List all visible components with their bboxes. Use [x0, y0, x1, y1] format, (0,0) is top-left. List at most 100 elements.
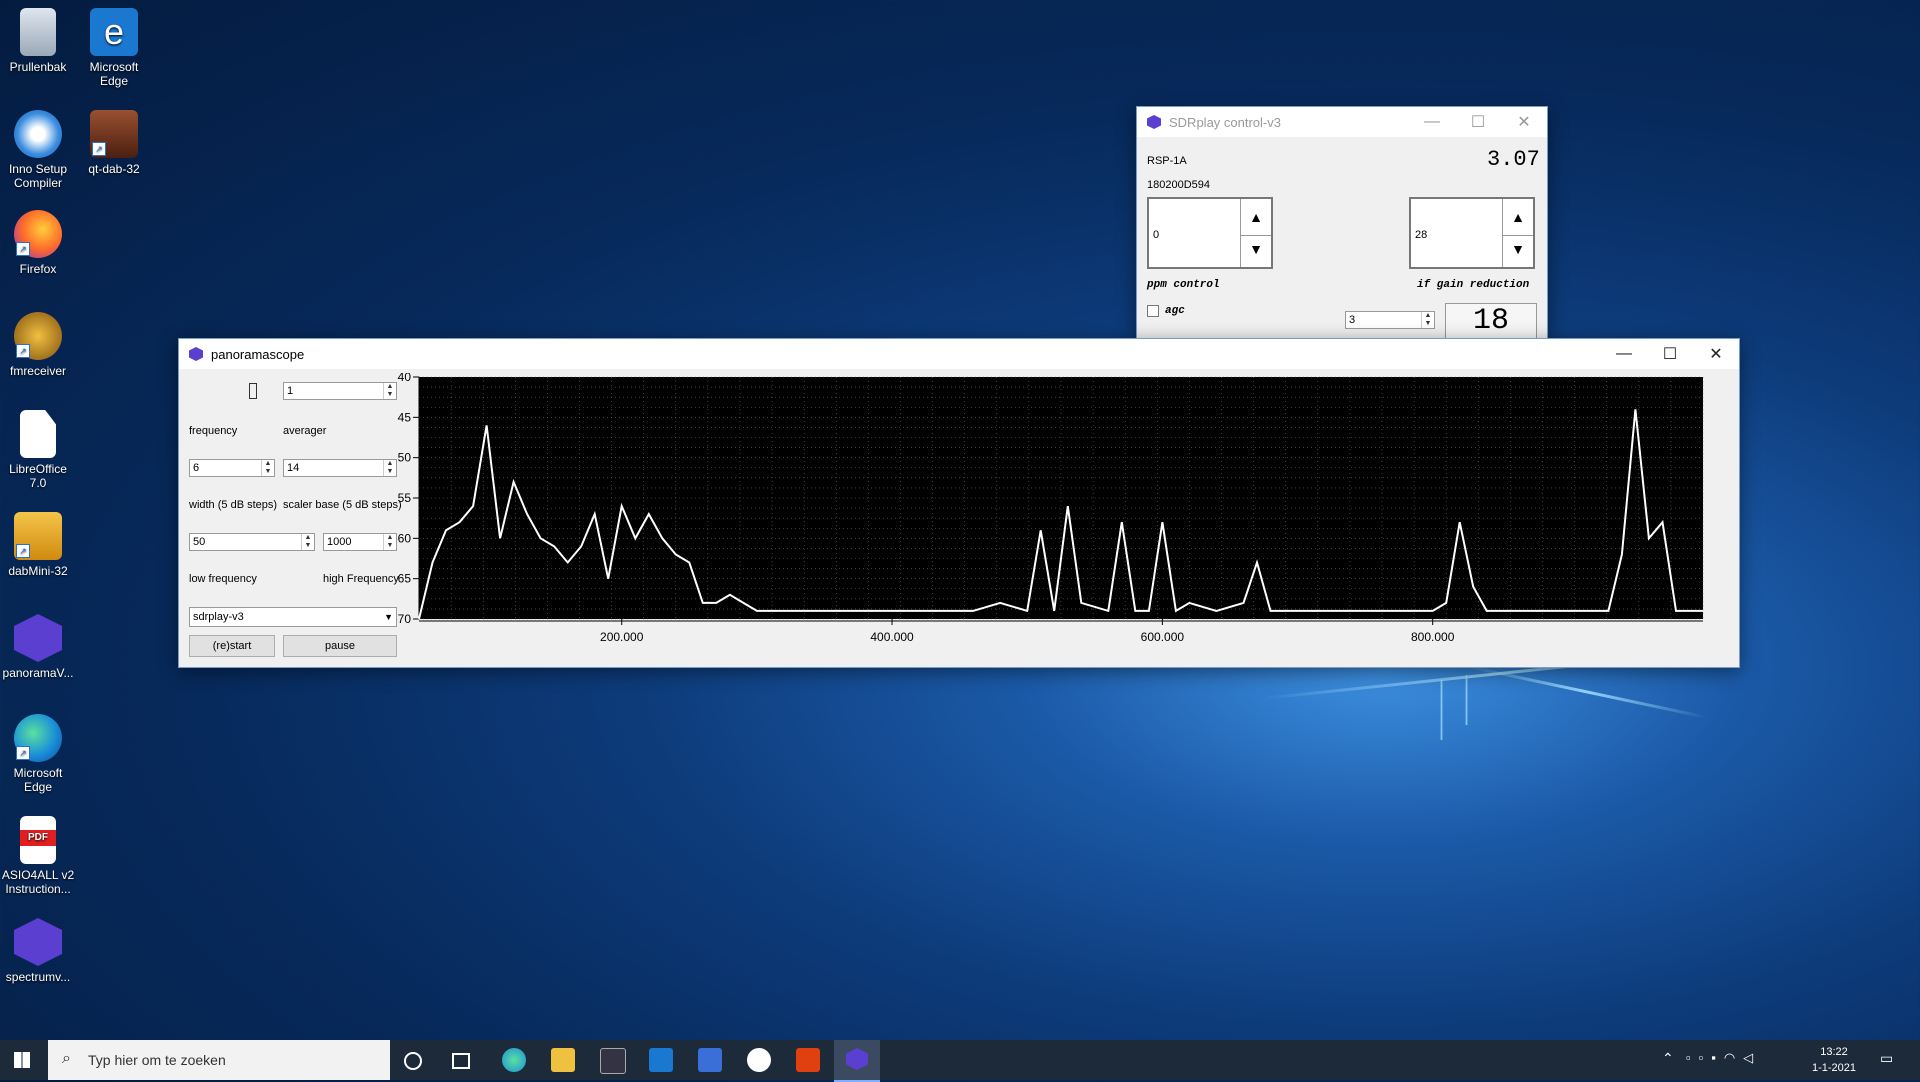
if-gain-down-icon[interactable]: ▼: [1502, 231, 1533, 267]
edge-icon: ↗: [14, 714, 62, 762]
if-gain-spinbox[interactable]: 28 ▲ ▼: [1409, 197, 1535, 269]
if-gain-label: if gain reduction: [1417, 279, 1530, 291]
office-icon[interactable]: [796, 1048, 820, 1072]
clock-date: 1-1-2021: [1811, 1062, 1857, 1074]
low-frequency-arrows-icon[interactable]: ▲ ▼: [301, 534, 314, 550]
width-spinbox[interactable]: 6 ▲ ▼: [189, 459, 275, 477]
search-icon: ⌕: [62, 1050, 71, 1067]
notification-icon[interactable]: ▭: [1880, 1050, 1893, 1067]
pause-button[interactable]: pause: [283, 635, 397, 657]
low-frequency-label: low frequency: [189, 573, 257, 585]
x-tick-label: 800.000: [1411, 630, 1455, 644]
maximize-icon[interactable]: ☐: [1647, 339, 1693, 369]
recycle-bin-icon: [20, 8, 56, 56]
panoramascope-window: panoramascope — ☐ ✕ 1 ▲ ▼ frequency avera…: [178, 338, 1740, 668]
cortana-icon[interactable]: [404, 1052, 422, 1070]
inno-setup-icon: [14, 110, 62, 158]
averager-arrows-icon[interactable]: ▲ ▼: [383, 383, 396, 399]
y-tick-label: -40: [397, 373, 411, 384]
high-frequency-arrows-icon[interactable]: ▲ ▼: [383, 534, 396, 550]
scaler-label: scaler base (5 dB steps): [283, 499, 402, 511]
libreoffice-icon: [20, 410, 56, 458]
device-serial: 180200D594: [1147, 179, 1211, 191]
device-select[interactable]: sdrplay-v3 ▼: [189, 607, 397, 627]
y-tick-label: -45: [397, 410, 411, 424]
desktop-icon-dabmini[interactable]: ↗ dabMini-32: [0, 512, 76, 578]
ppm-label: ppm control: [1147, 279, 1220, 291]
taskbar: ⌕ Typ hier om te zoeken ⌃ ▫▫▪◠◁ 13:22 1-…: [0, 1040, 1920, 1082]
wallpaper-beam: [1440, 680, 1443, 740]
maximize-icon[interactable]: ☐: [1455, 107, 1501, 137]
x-tick-label: 200.000: [600, 630, 644, 644]
averager-label: averager: [283, 425, 327, 437]
frequency-label: frequency: [189, 425, 238, 437]
tray-icons[interactable]: ▫▫▪◠◁: [1686, 1050, 1761, 1066]
averager-value: 1: [287, 385, 294, 397]
desktop-icon-qt-dab[interactable]: ↗ qt-dab-32: [76, 110, 152, 176]
ppm-spinbox[interactable]: 0 ▲ ▼: [1147, 197, 1273, 269]
restart-button[interactable]: (re)start: [189, 635, 275, 657]
qt-dab-icon: ↗: [90, 110, 138, 158]
windows-start-icon[interactable]: [14, 1052, 30, 1068]
desktop-icon-panoramav[interactable]: panoramaV...: [0, 614, 76, 680]
close-icon[interactable]: ✕: [1693, 339, 1739, 369]
width-arrows-icon[interactable]: ▲ ▼: [261, 460, 274, 476]
store-icon[interactable]: [600, 1048, 626, 1074]
scaler-arrows-icon[interactable]: ▲ ▼: [383, 460, 396, 476]
desktop-icon-inno-setup[interactable]: Inno Setup Compiler: [0, 110, 76, 190]
ppm-value: 0: [1153, 229, 1160, 241]
clock[interactable]: 13:22 1-1-2021: [1806, 1044, 1862, 1076]
device-name: RSP-1A: [1147, 155, 1187, 167]
file-explorer-icon[interactable]: [551, 1048, 575, 1072]
averager-spinbox[interactable]: 1 ▲ ▼: [283, 382, 397, 400]
frequency-indicator: [249, 383, 257, 399]
firefox-icon: ↗: [14, 210, 62, 258]
width-label: width (5 dB steps): [189, 499, 278, 511]
minimize-icon[interactable]: —: [1409, 107, 1455, 137]
dabmini-icon: ↗: [14, 512, 62, 560]
desktop-icon-spectrumv[interactable]: spectrumv...: [0, 918, 76, 984]
y-tick-label: -55: [397, 491, 411, 505]
app-icon: [189, 347, 203, 361]
wallpaper-beam: [1462, 664, 1708, 719]
desktop-icon-asio4all[interactable]: PDF ASIO4ALL v2 Instruction...: [0, 816, 76, 896]
window-title: panoramascope: [211, 346, 305, 362]
x-tick-label: 600.000: [1141, 630, 1185, 644]
low-frequency-spinbox[interactable]: 50 ▲ ▼: [189, 533, 315, 551]
clock-time: 13:22: [1820, 1046, 1848, 1058]
wallpaper-beam: [1465, 675, 1468, 725]
desktop-icon-edge[interactable]: e Microsoft Edge: [76, 8, 152, 88]
close-icon[interactable]: ✕: [1501, 107, 1547, 137]
high-frequency-spinbox[interactable]: 1000 ▲ ▼: [323, 533, 397, 551]
taskbar-search[interactable]: ⌕ Typ hier om te zoeken: [48, 1040, 390, 1080]
tray-chevron-icon[interactable]: ⌃: [1662, 1050, 1674, 1067]
desktop-icon-recycle-bin[interactable]: Prullenbak: [0, 8, 76, 74]
y-tick-label: -60: [397, 531, 411, 545]
sdrplay-titlebar[interactable]: SDRplay control-v3 — ☐ ✕: [1137, 107, 1547, 137]
x-tick-label: 400.000: [870, 630, 914, 644]
mail-icon[interactable]: [649, 1048, 673, 1072]
version-display: 3.07: [1487, 147, 1540, 172]
width-value: 6: [193, 462, 200, 474]
edge-taskbar-icon[interactable]: [502, 1048, 526, 1072]
low-frequency-value: 50: [193, 536, 206, 548]
window-title: SDRplay control-v3: [1169, 114, 1281, 130]
task-view-icon[interactable]: [452, 1053, 470, 1069]
desktop-icon-libreoffice[interactable]: LibreOffice 7.0: [0, 410, 76, 490]
agc-checkbox[interactable]: [1147, 305, 1159, 317]
lna-arrows-icon[interactable]: ▲ ▼: [1421, 312, 1434, 328]
ppm-down-icon[interactable]: ▼: [1240, 231, 1271, 267]
edge-icon: e: [90, 8, 138, 56]
minimize-icon[interactable]: —: [1601, 339, 1647, 369]
lna-spinbox[interactable]: 3 ▲ ▼: [1345, 311, 1435, 329]
high-frequency-label: high Frequency: [323, 573, 399, 585]
panorama-taskbar-button[interactable]: [834, 1040, 880, 1082]
app-taskbar-icon[interactable]: [698, 1048, 722, 1072]
xbox-icon[interactable]: [747, 1048, 771, 1072]
panorama-titlebar[interactable]: panoramascope — ☐ ✕: [179, 339, 1739, 369]
desktop-icon-firefox[interactable]: ↗ Firefox: [0, 210, 76, 276]
scaler-spinbox[interactable]: 14 ▲ ▼: [283, 459, 397, 477]
desktop-icon-fmreceiver[interactable]: ↗ fmreceiver: [0, 312, 76, 378]
agc-label: agc: [1165, 305, 1185, 317]
desktop-icon-edge-2[interactable]: ↗ Microsoft Edge: [0, 714, 76, 794]
